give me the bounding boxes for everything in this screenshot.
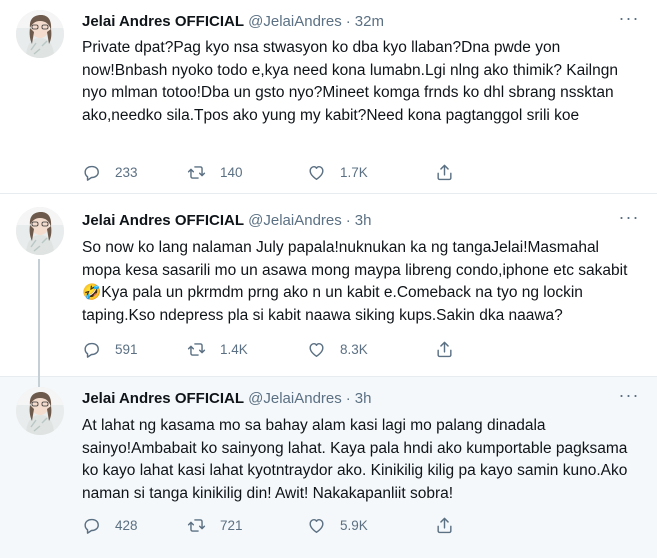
tweet-2[interactable]: Jelai Andres OFFICIAL @JelaiAndres · 3h ··… bbox=[0, 195, 657, 379]
handle[interactable]: @JelaiAndres bbox=[248, 13, 342, 30]
timestamp[interactable]: 32m bbox=[355, 13, 384, 30]
retweet-icon bbox=[187, 518, 206, 532]
tweet-1[interactable]: Jelai Andres OFFICIAL @JelaiAndres · 32m ·… bbox=[0, 0, 657, 194]
heart-icon bbox=[309, 518, 324, 533]
like-count: 1.7K bbox=[340, 164, 368, 180]
like-button[interactable]: 5.9K bbox=[307, 515, 368, 535]
retweet-icon bbox=[187, 342, 206, 356]
retweet-count: 1.4K bbox=[220, 341, 248, 357]
more-options-icon[interactable]: ··· bbox=[617, 208, 641, 233]
share-icon bbox=[437, 517, 452, 533]
reply-button[interactable]: 591 bbox=[82, 339, 138, 359]
reply-icon bbox=[84, 342, 99, 358]
separator-dot: · bbox=[345, 212, 351, 229]
display-name[interactable]: Jelai Andres OFFICIAL bbox=[82, 212, 244, 229]
share-button[interactable] bbox=[435, 339, 454, 359]
reply-count: 591 bbox=[115, 341, 138, 357]
share-button[interactable] bbox=[435, 162, 454, 182]
reply-icon bbox=[84, 165, 99, 181]
retweet-count: 721 bbox=[220, 517, 243, 533]
avatar[interactable] bbox=[16, 207, 64, 255]
separator-dot: · bbox=[345, 13, 351, 30]
display-name[interactable]: Jelai Andres OFFICIAL bbox=[82, 13, 244, 30]
heart-icon bbox=[309, 165, 324, 180]
reply-button[interactable]: 233 bbox=[82, 162, 138, 182]
thread-connector-line bbox=[38, 259, 40, 379]
separator-dot: · bbox=[345, 390, 351, 407]
tweet-header: Jelai Andres OFFICIAL @JelaiAndres · 3h bbox=[82, 389, 371, 409]
share-icon bbox=[437, 164, 452, 180]
tweet-actions: 233 140 1.7K bbox=[82, 162, 552, 182]
handle[interactable]: @JelaiAndres bbox=[248, 390, 342, 407]
tweet-header: Jelai Andres OFFICIAL @JelaiAndres · 3h bbox=[82, 211, 371, 231]
reply-count: 233 bbox=[115, 164, 138, 180]
timestamp[interactable]: 3h bbox=[355, 212, 372, 229]
tweet-text: So now ko lang nalaman July papala!nuknu… bbox=[82, 239, 628, 324]
tweet-text: Private dpat?Pag kyo nsa stwasyon ko dba… bbox=[82, 39, 618, 124]
reply-button[interactable]: 428 bbox=[82, 515, 138, 535]
handle[interactable]: @JelaiAndres bbox=[248, 212, 342, 229]
like-button[interactable]: 8.3K bbox=[307, 339, 368, 359]
reply-icon bbox=[84, 518, 99, 534]
avatar[interactable] bbox=[16, 387, 64, 435]
reply-count: 428 bbox=[115, 517, 138, 533]
share-icon bbox=[437, 341, 452, 357]
heart-icon bbox=[309, 342, 324, 357]
like-count: 8.3K bbox=[340, 341, 368, 357]
timestamp[interactable]: 3h bbox=[355, 390, 372, 407]
share-button[interactable] bbox=[435, 515, 454, 535]
more-options-icon[interactable]: ··· bbox=[617, 9, 641, 34]
more-options-icon[interactable]: ··· bbox=[617, 386, 641, 411]
retweet-button[interactable]: 1.4K bbox=[187, 339, 248, 359]
retweet-count: 140 bbox=[220, 164, 243, 180]
like-button[interactable]: 1.7K bbox=[307, 162, 368, 182]
retweet-button[interactable]: 721 bbox=[187, 515, 243, 535]
tweet-actions: 591 1.4K 8.3K bbox=[82, 339, 552, 359]
retweet-button[interactable]: 140 bbox=[187, 162, 243, 182]
tweet-text: At lahat ng kasama mo sa bahay alam kasi… bbox=[82, 417, 628, 502]
like-count: 5.9K bbox=[340, 517, 368, 533]
tweet-3[interactable]: Jelai Andres OFFICIAL @JelaiAndres · 3h ··… bbox=[0, 377, 657, 558]
retweet-icon bbox=[187, 165, 206, 179]
tweet-header: Jelai Andres OFFICIAL @JelaiAndres · 32m bbox=[82, 12, 384, 32]
thread-connector-line bbox=[38, 377, 40, 387]
display-name[interactable]: Jelai Andres OFFICIAL bbox=[82, 390, 244, 407]
tweet-actions: 428 721 5.9K bbox=[82, 515, 552, 535]
avatar[interactable] bbox=[16, 10, 64, 58]
